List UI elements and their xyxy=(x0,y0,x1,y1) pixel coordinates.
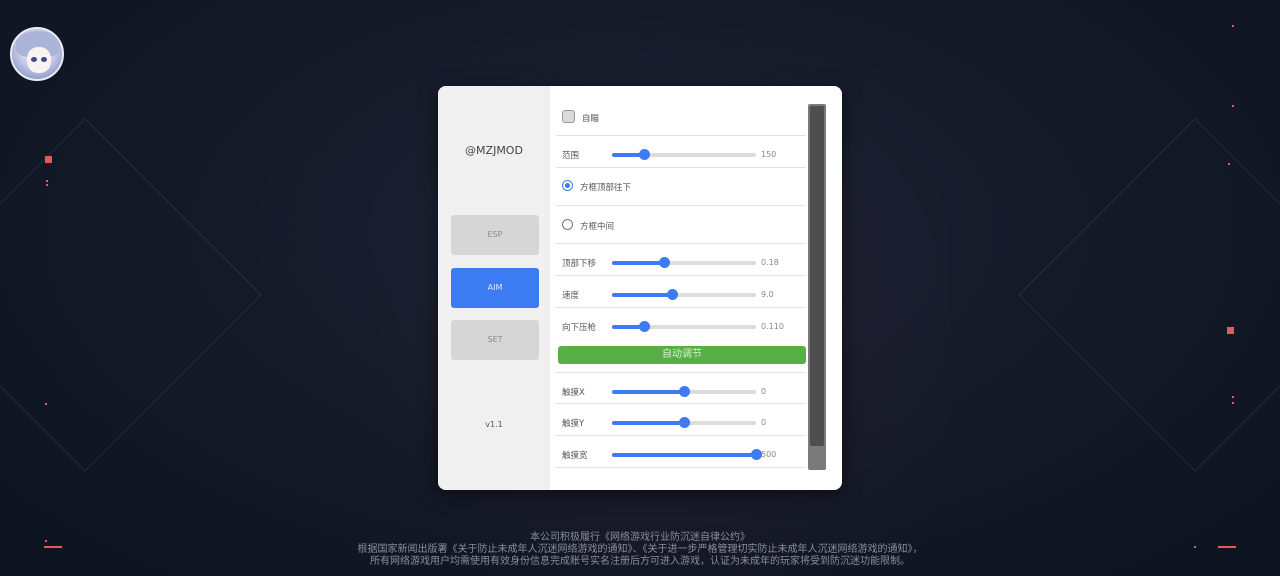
mode-top-row[interactable]: 方框顶部往下 xyxy=(556,168,806,206)
touch-x-label: 触摸X xyxy=(562,388,585,398)
aimbot-toggle-row[interactable]: 自瞄 xyxy=(556,102,806,136)
deco-marker xyxy=(45,156,52,163)
aim-settings-list: 自瞄 范围 150 方框顶部往下 方框中间 顶部下移 0.18 速度 9.0 向… xyxy=(556,102,806,472)
deco-marker xyxy=(1227,327,1234,334)
touch-width-label: 触摸宽 xyxy=(562,451,588,461)
auto-adjust-button[interactable]: 自动调节 xyxy=(558,346,806,364)
notice-line-3: 所有网络游戏用户均需使用有效身份信息完成账号实名注册后方可进入游戏，认证为未成年… xyxy=(370,556,910,567)
touch-x-slider[interactable] xyxy=(612,386,756,397)
background-frame-left xyxy=(0,118,262,472)
tab-set[interactable]: SET xyxy=(451,320,539,360)
aimbot-checkbox[interactable] xyxy=(562,110,575,123)
speed-slider[interactable] xyxy=(612,289,756,300)
touch-y-value: 0 xyxy=(761,418,767,427)
touch-width-slider-fill xyxy=(612,453,756,457)
recoil-slider-thumb[interactable] xyxy=(638,321,650,332)
recoil-label: 向下压枪 xyxy=(562,323,597,333)
top-down-slider-thumb[interactable] xyxy=(658,257,670,268)
speed-value: 9.0 xyxy=(761,290,774,299)
mode-middle-row[interactable]: 方框中间 xyxy=(556,206,806,244)
top-down-value: 0.18 xyxy=(761,258,779,267)
touch-width-slider[interactable] xyxy=(612,449,762,460)
mode-top-label: 方框顶部往下 xyxy=(580,183,632,193)
mode-top-radio[interactable] xyxy=(562,180,573,191)
top-down-slider[interactable] xyxy=(612,257,756,268)
notice-line-1: 本公司积极履行《网络游戏行业防沉迷自律公约》 xyxy=(530,532,750,543)
mode-middle-radio[interactable] xyxy=(562,219,573,230)
brand-label: @MZJMOD xyxy=(465,144,523,157)
deco-dot xyxy=(46,180,48,182)
speed-slider-fill xyxy=(612,293,673,297)
touch-y-slider-thumb[interactable] xyxy=(679,417,690,428)
speed-slider-thumb[interactable] xyxy=(667,289,679,300)
deco-dot xyxy=(46,184,48,186)
top-down-row: 顶部下移 0.18 xyxy=(556,244,806,276)
touch-x-row: 触摸X 0 xyxy=(556,372,806,404)
touch-x-value: 0 xyxy=(761,387,767,396)
aimbot-label: 自瞄 xyxy=(582,114,600,124)
tab-esp[interactable]: ESP xyxy=(451,215,539,255)
recoil-row: 向下压枪 0.110 xyxy=(556,308,806,340)
avatar[interactable] xyxy=(10,27,64,81)
recoil-value: 0.110 xyxy=(761,322,784,331)
range-value: 150 xyxy=(761,150,777,159)
range-row: 范围 150 xyxy=(556,136,806,168)
touch-width-value: 500 xyxy=(761,450,777,459)
range-label: 范围 xyxy=(562,151,580,161)
range-slider-thumb[interactable] xyxy=(638,149,650,160)
mod-menu-panel: @MZJMOD ESP AIM SET v1.1 自瞄 范围 150 方框顶部往… xyxy=(438,86,842,490)
avatar-eye xyxy=(41,57,47,62)
tab-aim[interactable]: AIM xyxy=(451,268,539,308)
top-down-label: 顶部下移 xyxy=(562,259,597,269)
deco-dot xyxy=(1232,396,1234,398)
speed-row: 速度 9.0 xyxy=(556,276,806,308)
touch-x-slider-thumb[interactable] xyxy=(679,386,690,397)
deco-dot xyxy=(1232,25,1234,27)
range-slider[interactable] xyxy=(612,149,756,160)
version-label: v1.1 xyxy=(485,420,503,429)
touch-y-slider-fill xyxy=(612,421,684,425)
recoil-slider[interactable] xyxy=(612,321,756,332)
speed-label: 速度 xyxy=(562,291,580,301)
anti-addiction-notice: 本公司积极履行《网络游戏行业防沉迷自律公约》 根据国家新闻出版署《关于防止未成年… xyxy=(0,532,1280,568)
notice-line-2: 根据国家新闻出版署《关于防止未成年人沉迷网络游戏的通知》、《关于进一步严格管理切… xyxy=(357,544,923,555)
background-frame-right xyxy=(1018,118,1280,472)
settings-scrollbar-thumb[interactable] xyxy=(810,106,824,446)
touch-y-label: 触摸Y xyxy=(562,419,585,429)
menu-sidebar: @MZJMOD ESP AIM SET v1.1 xyxy=(438,86,550,490)
touch-y-slider[interactable] xyxy=(612,417,756,428)
touch-x-slider-fill xyxy=(612,390,684,394)
top-down-slider-fill xyxy=(612,261,664,265)
touch-y-row: 触摸Y 0 xyxy=(556,404,806,436)
deco-dot xyxy=(45,403,47,405)
avatar-eye xyxy=(31,57,37,62)
mode-middle-label: 方框中间 xyxy=(580,222,615,232)
deco-dot xyxy=(1228,163,1230,165)
deco-dot xyxy=(1232,105,1234,107)
touch-width-row: 触摸宽 500 xyxy=(556,436,806,468)
settings-scrollbar[interactable] xyxy=(808,104,826,470)
deco-dot xyxy=(1232,402,1234,404)
